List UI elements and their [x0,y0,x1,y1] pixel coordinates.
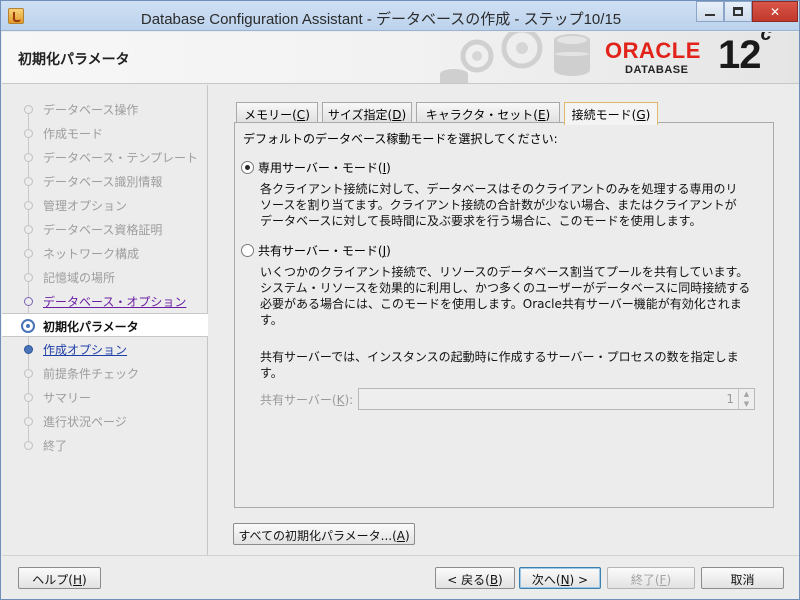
nav-step-label: データベース・テンプレート [43,151,199,165]
tab-memory[interactable]: メモリー(C) [236,102,318,124]
dedicated-server-description: 各クライアント接続に対して、データベースはそのクライアントのみを処理する専用のリ… [260,182,738,228]
nav-step-label: データベース操作 [43,103,139,117]
window-title: Database Configuration Assistant - データベー… [140,11,622,28]
cancel-button[interactable]: 取消 [701,567,784,589]
title-bar[interactable]: Database Configuration Assistant - データベー… [1,1,799,31]
shared-server-label: 共有サーバー・モード(J) [258,244,391,258]
step-dot-icon [24,273,33,282]
nav-step-management-options: 管理オプション [2,193,208,217]
nav-step-label: 管理オプション [43,199,128,213]
nav-step-database-operation: データベース操作 [2,97,208,121]
shared-server-description: いくつかのクライアント接続で、リソースのデータベース割当てプールを共有しています… [260,265,751,327]
nav-step-label: 記憶域の場所 [43,271,116,285]
connection-mode-intro: デフォルトのデータベース稼動モードを選択してください: [243,132,558,146]
step-dot-icon [24,297,33,306]
maximize-icon [733,7,743,16]
version-number: 12 [718,33,761,77]
version-logo: 12c [718,32,772,78]
close-icon: ✕ [769,4,781,19]
footer-divider [2,555,799,556]
nav-step-label: データベース識別情報 [43,175,163,189]
tab-connection-mode[interactable]: 接続モード(G) [564,102,658,125]
nav-step-summary: サマリー [2,385,208,409]
nav-step-storage-locations: 記憶域の場所 [2,265,208,289]
nav-step-label: 初期化パラメータ [43,320,139,334]
step-dot-icon [24,153,33,162]
nav-step-database-credentials: データベース資格証明 [2,217,208,241]
maximize-button[interactable] [724,1,752,22]
current-step-icon [21,319,35,333]
oracle-database-text: DATABASE [625,64,689,76]
all-init-params-button[interactable]: すべての初期化パラメータ...(A) [233,523,415,545]
nav-step-init-parameters: 初期化パラメータ [2,313,208,337]
shared-server-option[interactable]: 共有サーバー・モード(J) [241,242,391,259]
nav-step-network-config: ネットワーク構成 [2,241,208,265]
shared-server-radio[interactable] [241,244,254,257]
step-dot-icon [24,249,33,258]
step-navigation: データベース操作 作成モード データベース・テンプレート データベース識別情報 … [2,85,208,555]
step-dot-icon [24,105,33,114]
nav-step-label: 終了 [43,439,68,453]
nav-step-prerequisite-checks: 前提条件チェック [2,361,208,385]
nav-step-label: ネットワーク構成 [43,247,140,261]
step-dot-icon [24,369,33,378]
nav-step-creation-options[interactable]: 作成オプション [2,337,208,361]
help-button[interactable]: ヘルプ(H) [18,567,101,589]
nav-step-database-options[interactable]: データベース・オプション [2,289,208,313]
step-dot-icon [24,129,33,138]
dbca-window: Database Configuration Assistant - データベー… [0,0,800,600]
next-button[interactable]: 次へ(N) > [519,567,601,589]
tab-sizing[interactable]: サイズ指定(D) [322,102,412,124]
step-dot-icon [24,177,33,186]
step-dot-icon [24,441,33,450]
dedicated-server-option[interactable]: 専用サーバー・モード(I) [241,159,391,176]
finish-button[interactable]: 終了(F) [607,567,695,589]
nav-step-label[interactable]: データベース・オプション [43,293,186,310]
spinner-down-icon[interactable]: ▼ [739,399,754,409]
close-button[interactable]: ✕ [752,1,798,22]
minimize-icon [705,13,715,16]
shared-servers-spinner[interactable]: 1 ▲ ▼ [358,388,755,410]
page-title: 初期化パラメータ [18,52,130,68]
nav-step-label[interactable]: 作成オプション [43,341,127,358]
tab-character-set[interactable]: キャラクタ・セット(E) [416,102,560,124]
spinner-up-icon[interactable]: ▲ [739,389,754,399]
nav-step-label: サマリー [43,391,92,405]
oracle-database-logo: ORACLE DATABASE [605,38,715,80]
step-dot-icon [24,201,33,210]
spinner-buttons: ▲ ▼ [738,389,754,409]
dedicated-server-label: 専用サーバー・モード(I) [258,161,391,175]
dedicated-server-radio[interactable] [241,161,254,174]
nav-step-creation-mode: 作成モード [2,121,208,145]
nav-step-label: 作成モード [43,127,104,141]
shared-server-process-note: 共有サーバーでは、インスタンスの起動時に作成するサーバー・プロセスの数を指定しま… [260,350,739,380]
shared-servers-value: 1 [726,392,734,406]
nav-step-finish: 終了 [2,433,208,457]
step-dot-icon [24,345,33,354]
page-header: 初期化パラメータ ORACLE DATABASE 12c [2,32,799,84]
shared-servers-label: 共有サーバー(K): [260,393,354,407]
oracle-brand-text: ORACLE [605,38,701,63]
nav-step-label: 前提条件チェック [43,367,140,381]
minimize-button[interactable] [696,1,724,22]
nav-step-database-template: データベース・テンプレート [2,145,208,169]
back-button[interactable]: < 戻る(B) [435,567,515,589]
gears-illustration-icon [440,32,590,83]
nav-step-progress-page: 進行状況ページ [2,409,208,433]
nav-step-database-identification: データベース識別情報 [2,169,208,193]
nav-step-label: 進行状況ページ [43,415,127,429]
step-dot-icon [24,417,33,426]
connection-mode-panel: デフォルトのデータベース稼動モードを選択してください: 専用サーバー・モード(I… [234,122,774,508]
step-dot-icon [24,393,33,402]
nav-step-label: データベース資格証明 [43,223,163,237]
version-suffix: c [760,32,772,45]
step-dot-icon [24,225,33,234]
